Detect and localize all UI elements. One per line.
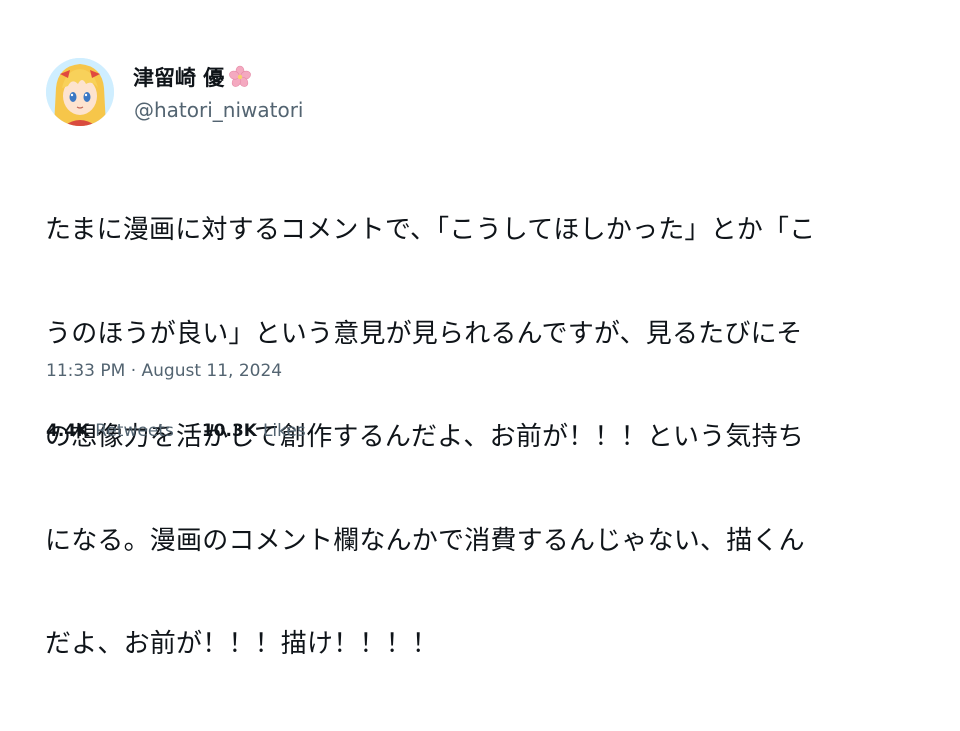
cherry-blossom-icon: [228, 65, 252, 89]
tweet-timestamp[interactable]: 11:33 PM · August 11, 2024: [46, 361, 282, 381]
author-display-name: 津留崎 優: [133, 66, 225, 90]
author-name[interactable]: 津留崎 優: [133, 62, 252, 92]
tweet-text-line: になる。漫画のコメント欄なんかで消費するんじゃない、描くん: [45, 525, 805, 556]
avatar[interactable]: [46, 58, 114, 126]
tweet-text-line: うのほうが良い」という意見が見られるんですが、見るたびにそ: [45, 318, 803, 349]
tweet-stats: 4.4K Retweets 10.3K Likes: [46, 421, 306, 441]
author-handle[interactable]: @hatori_niwatori: [134, 98, 304, 122]
anime-girl-avatar-icon: [46, 58, 114, 126]
tweet-text-line: だよ、お前が！！！描け！！！！: [45, 629, 439, 659]
likes-count: 10.3K: [201, 421, 257, 441]
retweets-stat[interactable]: 4.4K Retweets: [46, 421, 174, 441]
tweet-card: 津留崎 優 @hatori_niwatori たまに漫画に対するコメントで、「こ…: [0, 0, 960, 659]
likes-stat[interactable]: 10.3K Likes: [202, 421, 306, 441]
retweets-count: 4.4K: [46, 421, 90, 441]
likes-label: Likes: [262, 421, 306, 441]
tweet-text-line: たまに漫画に対するコメントで、「こうしてほしかった」とか「こ: [45, 215, 816, 245]
retweets-label: Retweets: [95, 421, 174, 441]
